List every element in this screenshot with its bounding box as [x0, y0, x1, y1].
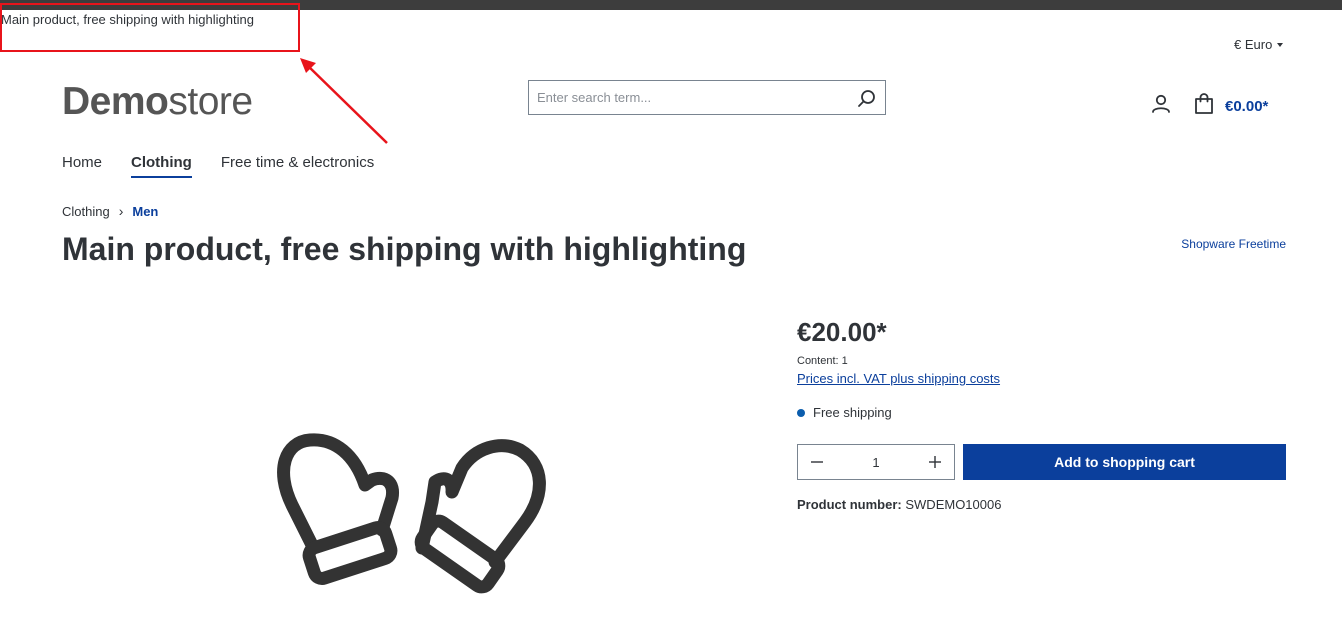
- product-number: Product number: SWDEMO10006: [797, 497, 1001, 512]
- minus-icon[interactable]: [798, 445, 836, 479]
- quantity-stepper: [797, 444, 955, 480]
- logo-bold: Demo: [62, 80, 169, 123]
- product-price: €20.00*: [797, 317, 887, 347]
- store-logo[interactable]: Demostore: [62, 80, 253, 124]
- status-dot-icon: [797, 408, 805, 417]
- chevron-right-icon: ›: [118, 203, 124, 219]
- annotation-highlight-box: [0, 3, 300, 52]
- product-number-label: Product number:: [797, 497, 902, 512]
- shopping-bag-icon: [1193, 92, 1215, 121]
- add-to-cart-button[interactable]: Add to shopping cart: [963, 444, 1286, 480]
- product-title: Main product, free shipping with highlig…: [62, 231, 747, 267]
- nav-item-home[interactable]: Home: [62, 154, 102, 178]
- manufacturer-link[interactable]: Shopware Freetime: [1181, 237, 1286, 251]
- search-icon[interactable]: [857, 89, 877, 109]
- mittens-icon: [277, 433, 546, 594]
- currency-dropdown[interactable]: € Euro: [1234, 37, 1284, 52]
- product-number-value: SWDEMO10006: [905, 497, 1002, 512]
- vat-shipping-link[interactable]: Prices incl. VAT plus shipping costs: [797, 371, 1000, 386]
- nav-item-clothing[interactable]: Clothing: [131, 154, 192, 178]
- breadcrumb-item-clothing[interactable]: Clothing: [62, 204, 110, 219]
- logo-light: store: [168, 80, 253, 123]
- caret-down-icon: [1277, 42, 1284, 47]
- annotation-arrow: [300, 58, 388, 144]
- shipping-label: Free shipping: [813, 405, 892, 420]
- user-icon[interactable]: [1150, 93, 1172, 115]
- breadcrumb-item-men[interactable]: Men: [132, 204, 158, 219]
- cart-button[interactable]: €0.00*: [1193, 92, 1268, 121]
- search-box: [528, 80, 886, 115]
- plus-icon[interactable]: [916, 445, 954, 479]
- main-navigation: Home Clothing Free time & electronics: [62, 154, 374, 178]
- breadcrumb: Clothing › Men: [62, 203, 158, 219]
- quantity-input[interactable]: [844, 453, 908, 471]
- currency-label: € Euro: [1234, 37, 1273, 52]
- cart-total: €0.00*: [1225, 98, 1269, 115]
- search-input[interactable]: [529, 81, 855, 114]
- nav-item-free-time-electronics[interactable]: Free time & electronics: [221, 154, 374, 178]
- product-content: Content: 1: [797, 355, 848, 367]
- shipping-status: Free shipping: [797, 405, 892, 420]
